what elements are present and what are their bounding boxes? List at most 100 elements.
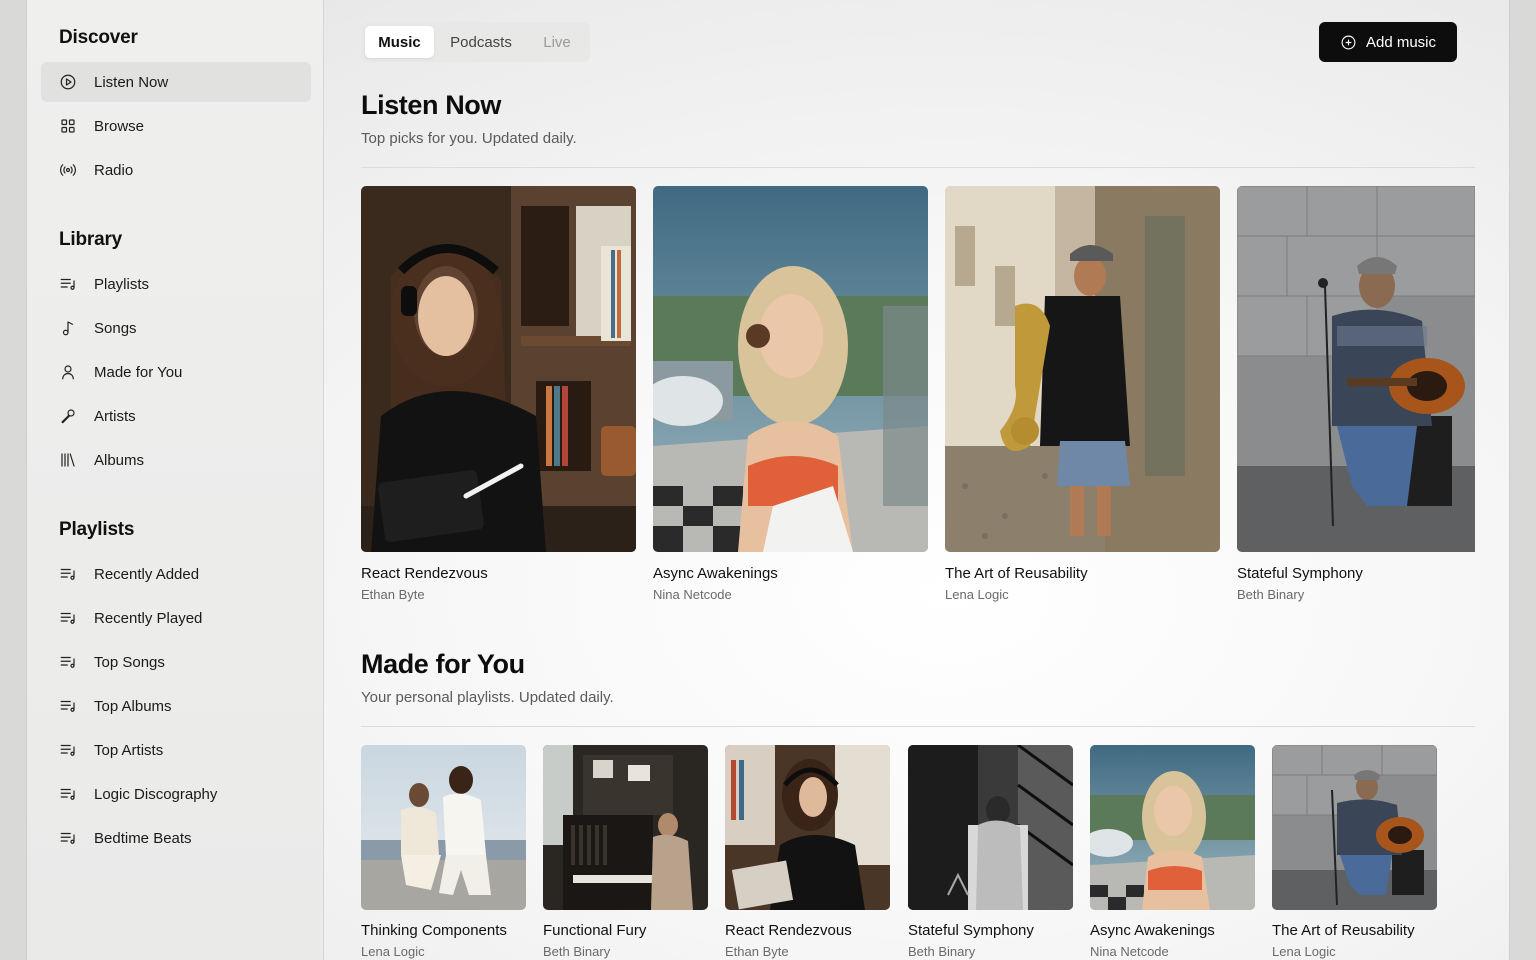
album-title: Async Awakenings — [653, 565, 778, 582]
playlist-card-the-art-of-reusability[interactable]: The Art of Reusability Lena Logic — [1272, 745, 1437, 960]
sidebar-item-logic-discography[interactable]: Logic Discography — [41, 774, 311, 814]
grid-icon — [59, 117, 77, 135]
playlist-icon — [59, 785, 77, 803]
album-card-the-art-of-reusability[interactable]: The Art of Reusability Lena Logic — [945, 186, 1220, 606]
playlist-cover-image — [908, 745, 1073, 910]
playlist-card-stateful-symphony[interactable]: Stateful Symphony Beth Binary — [908, 745, 1073, 960]
sidebar-item-made-for-you[interactable]: Made for You — [41, 352, 311, 392]
add-music-label: Add music — [1365, 33, 1437, 51]
playlist-artist: Ethan Byte — [725, 944, 789, 959]
sidebar-item-label: Top Artists — [94, 741, 164, 759]
sidebar-item-bedtime-beats[interactable]: Bedtime Beats — [41, 818, 311, 858]
content-type-tabs: Music Podcasts Live — [361, 22, 590, 62]
album-card-react-rendezvous[interactable]: React Rendezvous Ethan Byte — [361, 186, 636, 606]
playlist-cover-image — [1090, 745, 1255, 910]
divider — [361, 726, 1475, 727]
music-note-icon — [59, 319, 77, 337]
user-icon — [59, 363, 77, 381]
sidebar-item-label: Playlists — [94, 275, 150, 293]
sidebar-item-radio[interactable]: Radio — [41, 150, 311, 190]
playlist-cover-image — [361, 745, 526, 910]
album-title: React Rendezvous — [361, 565, 488, 582]
playlist-cover-image — [725, 745, 890, 910]
sidebar-item-top-songs[interactable]: Top Songs — [41, 642, 311, 682]
section-title-listen-now: Listen Now — [361, 90, 502, 120]
playlist-icon — [59, 609, 77, 627]
album-card-stateful-symphony[interactable]: Stateful Symphony Beth Binary — [1237, 186, 1475, 606]
sidebar-item-label: Albums — [94, 451, 145, 469]
sidebar-item-label: Browse — [94, 117, 145, 135]
radio-icon — [59, 161, 77, 179]
sidebar-item-playlists[interactable]: Playlists — [41, 264, 311, 304]
album-artist: Ethan Byte — [361, 587, 425, 602]
playlist-icon — [59, 565, 77, 583]
playlist-card-async-awakenings[interactable]: Async Awakenings Nina Netcode — [1090, 745, 1255, 960]
playlist-title: Functional Fury — [543, 922, 647, 939]
sidebar-item-label: Listen Now — [94, 73, 169, 91]
sidebar-section-library: Library — [59, 229, 123, 250]
sidebar: Discover Listen Now Browse Radio Library… — [27, 0, 324, 960]
sidebar-item-label: Radio — [94, 161, 134, 179]
sidebar-item-listen-now[interactable]: Listen Now — [41, 62, 311, 102]
sidebar-item-albums[interactable]: Albums — [41, 440, 311, 480]
playlist-title: Async Awakenings — [1090, 922, 1215, 939]
album-cover-image — [361, 186, 636, 552]
album-cover-image — [945, 186, 1220, 552]
sidebar-item-recently-played[interactable]: Recently Played — [41, 598, 311, 638]
sidebar-item-label: Songs — [94, 319, 137, 337]
section-subtitle-listen-now: Top picks for you. Updated daily. — [361, 130, 577, 147]
sidebar-section-playlists: Playlists — [59, 519, 135, 540]
playlist-icon — [59, 697, 77, 715]
play-circle-icon — [59, 73, 77, 91]
library-icon — [59, 451, 77, 469]
sidebar-section-discover: Discover — [59, 27, 138, 48]
playlist-card-react-rendezvous[interactable]: React Rendezvous Ethan Byte — [725, 745, 890, 960]
playlist-title: Thinking Components — [361, 922, 507, 939]
sidebar-item-label: Logic Discography — [94, 785, 218, 803]
app-window: Discover Listen Now Browse Radio Library… — [26, 0, 1510, 960]
sidebar-item-label: Bedtime Beats — [94, 829, 192, 847]
sidebar-item-label: Made for You — [94, 363, 183, 381]
section-title-made-for-you: Made for You — [361, 649, 525, 679]
album-artist: Lena Logic — [945, 587, 1009, 602]
playlist-artist: Beth Binary — [543, 944, 611, 959]
tab-podcasts[interactable]: Podcasts — [434, 26, 528, 58]
playlist-icon — [59, 741, 77, 759]
sidebar-item-recently-added[interactable]: Recently Added — [41, 554, 311, 594]
sidebar-item-top-artists[interactable]: Top Artists — [41, 730, 311, 770]
playlist-artist: Lena Logic — [361, 944, 425, 959]
playlist-icon — [59, 653, 77, 671]
sidebar-item-label: Top Albums — [94, 697, 172, 715]
sidebar-item-browse[interactable]: Browse — [41, 106, 311, 146]
album-artist: Nina Netcode — [653, 587, 732, 602]
plus-circle-icon — [1341, 35, 1356, 49]
album-title: The Art of Reusability — [945, 565, 1088, 582]
playlist-card-functional-fury[interactable]: Functional Fury Beth Binary — [543, 745, 708, 960]
album-title: Stateful Symphony — [1237, 565, 1363, 582]
playlist-cover-image — [543, 745, 708, 910]
sidebar-item-top-albums[interactable]: Top Albums — [41, 686, 311, 726]
sidebar-item-songs[interactable]: Songs — [41, 308, 311, 348]
album-artist: Beth Binary — [1237, 587, 1305, 602]
add-music-button[interactable]: Add music — [1319, 22, 1457, 62]
album-cover-image — [653, 186, 928, 552]
playlist-icon — [59, 275, 77, 293]
playlist-artist: Beth Binary — [908, 944, 976, 959]
microphone-icon — [59, 407, 77, 425]
sidebar-item-artists[interactable]: Artists — [41, 396, 311, 436]
sidebar-item-label: Top Songs — [94, 653, 165, 671]
playlist-icon — [59, 829, 77, 847]
playlist-title: React Rendezvous — [725, 922, 852, 939]
album-card-async-awakenings[interactable]: Async Awakenings Nina Netcode — [653, 186, 928, 606]
playlist-card-thinking-components[interactable]: Thinking Components Lena Logic — [361, 745, 526, 960]
album-cover-image — [1237, 186, 1475, 552]
playlist-artist: Nina Netcode — [1090, 944, 1169, 959]
sidebar-item-label: Recently Added — [94, 565, 200, 583]
tab-music[interactable]: Music — [365, 26, 434, 58]
playlist-title: The Art of Reusability — [1272, 922, 1415, 939]
playlist-cover-image — [1272, 745, 1437, 910]
section-subtitle-made-for-you: Your personal playlists. Updated daily. — [361, 689, 614, 706]
playlist-title: Stateful Symphony — [908, 922, 1034, 939]
sidebar-item-label: Recently Played — [94, 609, 203, 627]
tab-live[interactable]: Live — [528, 26, 586, 58]
